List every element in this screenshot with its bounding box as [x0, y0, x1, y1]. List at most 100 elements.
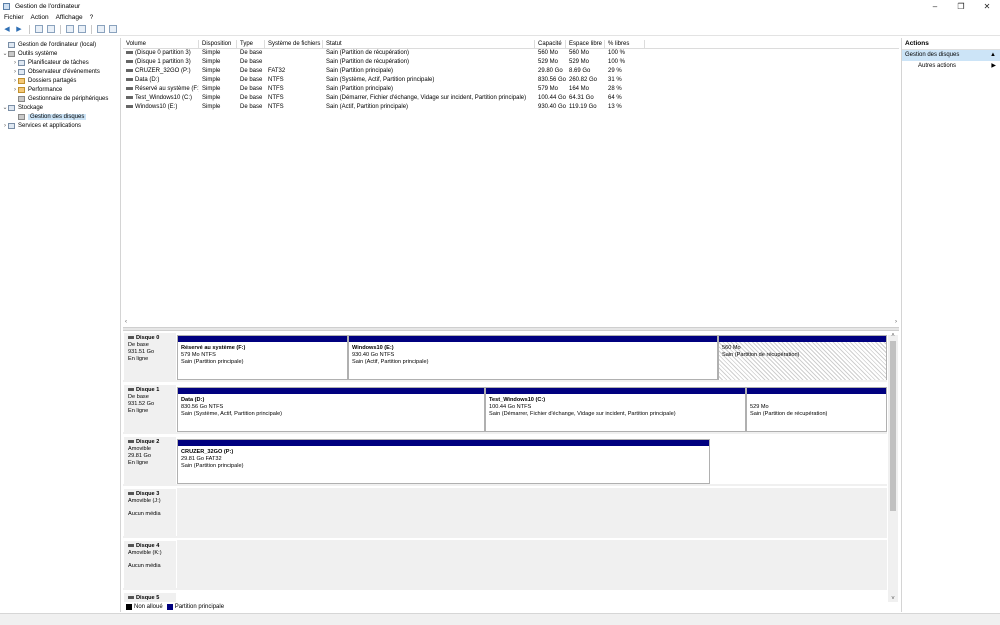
- disk-label[interactable]: Disque 3 Amovible (J:) Aucun média: [124, 489, 176, 536]
- status-bar: [0, 613, 1000, 625]
- tree-item-services-applications[interactable]: › Services et applications: [2, 121, 81, 130]
- table-row[interactable]: Réservé au système (F:) Simple De base NTFS…: [123, 85, 899, 94]
- submenu-arrow-icon: ▶: [991, 63, 996, 69]
- actions-header: Actions: [902, 38, 1000, 50]
- cell-text: De base: [240, 50, 263, 56]
- drive-icon[interactable]: [97, 25, 105, 33]
- disk-label[interactable]: Disque 1 De base 931.52 Go En ligne: [124, 385, 176, 432]
- toolbar-separator: [91, 24, 92, 34]
- cell-filesystem: NTFS: [265, 103, 323, 112]
- cell-text: De base: [240, 68, 263, 74]
- disk-label[interactable]: Disque 0 De base 931.51 Go En ligne: [124, 333, 176, 380]
- column-header-type[interactable]: Type: [237, 40, 265, 49]
- primary-partition-swatch: [166, 603, 173, 610]
- menu-action[interactable]: Action: [31, 14, 49, 21]
- back-arrow-icon[interactable]: ◀: [2, 24, 12, 34]
- forward-arrow-icon[interactable]: ▶: [14, 24, 24, 34]
- partition-block[interactable]: Windows10 (E:) 930.40 Go NTFS Sain (Acti…: [348, 335, 718, 380]
- tree-item-computer-management[interactable]: Gestion de l'ordinateur (local): [2, 40, 96, 49]
- toolbar: ◀ ▶: [0, 23, 1000, 36]
- column-header-capacity[interactable]: Capacité: [535, 40, 566, 49]
- partition-status: Sain (Partition de récupération): [722, 352, 800, 358]
- cell-text: 100 %: [608, 59, 626, 65]
- column-header-volume[interactable]: Volume: [123, 40, 199, 49]
- partition-block[interactable]: 529 Mo Sain (Partition de récupération): [746, 387, 887, 432]
- disk-kind: Amovible (J:): [128, 498, 161, 504]
- tree-item-performance[interactable]: › Performance: [12, 85, 62, 94]
- tree-item-shared-folders[interactable]: › Dossiers partagés: [12, 76, 76, 85]
- tree-item-device-manager[interactable]: Gestionnaire de périphériques: [12, 94, 108, 103]
- cell-text: 64.31 Go: [569, 95, 594, 101]
- scroll-right-icon[interactable]: ›: [895, 319, 897, 325]
- cell-text: Windows10 (E:): [135, 104, 178, 110]
- cell-status: Sain (Partition de récupération): [323, 58, 535, 67]
- minimize-button[interactable]: –: [922, 0, 948, 12]
- menu-help[interactable]: ?: [90, 14, 94, 21]
- cell-free-space: 8.69 Go: [566, 67, 605, 76]
- column-header-layout[interactable]: Disposition: [199, 40, 237, 49]
- disk-label[interactable]: Disque 5: [124, 593, 176, 602]
- scroll-up-icon[interactable]: ˄: [888, 333, 898, 339]
- cell-percent-free: 100 %: [605, 58, 645, 67]
- collapse-up-icon[interactable]: ▲: [990, 50, 996, 61]
- table-row[interactable]: CRUZER_32GO (P:) Simple De base FAT32 Sain (…: [123, 67, 899, 76]
- close-button[interactable]: ✕: [974, 0, 1000, 12]
- tree-item-event-viewer[interactable]: › Observateur d'événements: [12, 67, 100, 76]
- column-header-status[interactable]: Statut: [323, 40, 535, 49]
- table-row[interactable]: Data (D:) Simple De base NTFS Sain (Système,…: [123, 76, 899, 85]
- cell-text: De base: [240, 77, 263, 83]
- tree-item-task-scheduler[interactable]: › Planificateur de tâches: [12, 58, 89, 67]
- partition-block[interactable]: 560 Mo Sain (Partition de récupération): [718, 335, 887, 380]
- column-header-filesystem[interactable]: Système de fichiers: [265, 40, 323, 49]
- partition-size: 930.40 Go NTFS: [352, 352, 395, 358]
- scroll-left-icon[interactable]: ‹: [125, 319, 127, 325]
- horizontal-scrollbar[interactable]: ‹ ›: [123, 318, 899, 326]
- disk-label[interactable]: Disque 2 Amovible 29.81 Go En ligne: [124, 437, 176, 484]
- partition-size: 100.44 Go NTFS: [489, 404, 532, 410]
- services-icon: [8, 122, 15, 129]
- cell-text: Simple: [202, 59, 221, 65]
- cell-percent-free: 29 %: [605, 67, 645, 76]
- column-header-free-space[interactable]: Espace libre: [566, 40, 605, 49]
- table-row[interactable]: Windows10 (E:) Simple De base NTFS Sain (Act…: [123, 103, 899, 112]
- actions-more[interactable]: Autres actions ▶: [902, 61, 1000, 72]
- disk-size: 29.81 Go: [128, 453, 152, 459]
- partition-block[interactable]: Data (D:) 830.56 Go NTFS Sain (Système, …: [177, 387, 485, 432]
- pane-splitter[interactable]: [123, 327, 899, 331]
- scrollbar-thumb[interactable]: [890, 341, 896, 511]
- partition-status: Sain (Partition de récupération): [750, 411, 828, 417]
- menu-view[interactable]: Affichage: [56, 14, 83, 21]
- up-folder-icon[interactable]: [35, 25, 43, 33]
- disk-label[interactable]: Disque 4 Amovible (K:) Aucun média: [124, 541, 176, 588]
- vertical-scrollbar[interactable]: ˄ ˅: [888, 333, 898, 602]
- table-row[interactable]: (Disque 0 partition 3) Simple De base Sain …: [123, 49, 899, 58]
- tree-item-system-tools[interactable]: ⌄ Outils système: [2, 49, 57, 58]
- table-row[interactable]: (Disque 1 partition 3) Simple De base Sain …: [123, 58, 899, 67]
- column-header-percent-free[interactable]: % libres: [605, 40, 645, 49]
- partition-block[interactable]: CRUZER_32GO (P:) 29.81 Go FAT32 Sain (Pa…: [177, 439, 710, 484]
- cell-status: Sain (Actif, Partition principale): [323, 103, 535, 112]
- volume-icon: [126, 68, 133, 72]
- partition-block[interactable]: Test_Windows10 (C:) 100.44 Go NTFS Sain …: [485, 387, 746, 432]
- help-icon[interactable]: [66, 25, 74, 33]
- disk-name: Disque 5: [128, 595, 172, 602]
- tree-item-storage[interactable]: ⌄ Stockage: [2, 103, 43, 112]
- disk-management-icon: [18, 113, 25, 120]
- cell-filesystem: NTFS: [265, 94, 323, 103]
- list-view-icon[interactable]: [109, 25, 117, 33]
- volume-icon: [126, 95, 133, 99]
- navigation-tree: Gestion de l'ordinateur (local) ⌄ Outils…: [0, 38, 121, 612]
- properties-icon[interactable]: [78, 25, 86, 33]
- table-row[interactable]: Test_Windows10 (C:) Simple De base NTFS Sain…: [123, 94, 899, 103]
- show-hide-tree-icon[interactable]: [47, 25, 55, 33]
- partition-block[interactable]: Réservé au système (F:) 579 Mo NTFS Sain…: [177, 335, 348, 380]
- actions-section-disk-management[interactable]: Gestion des disques ▲: [902, 50, 1000, 61]
- cell-filesystem: [265, 58, 323, 67]
- tree-item-disk-management[interactable]: Gestion des disques: [12, 112, 87, 121]
- disk-row: Disque 5: [123, 592, 887, 602]
- cell-text: Test_Windows10 (C:): [135, 95, 193, 101]
- cell-volume: Réservé au système (F:): [123, 85, 199, 94]
- menu-file[interactable]: Fichier: [4, 14, 24, 21]
- disk-state: En ligne: [128, 460, 149, 466]
- restore-button[interactable]: ❐: [948, 0, 974, 12]
